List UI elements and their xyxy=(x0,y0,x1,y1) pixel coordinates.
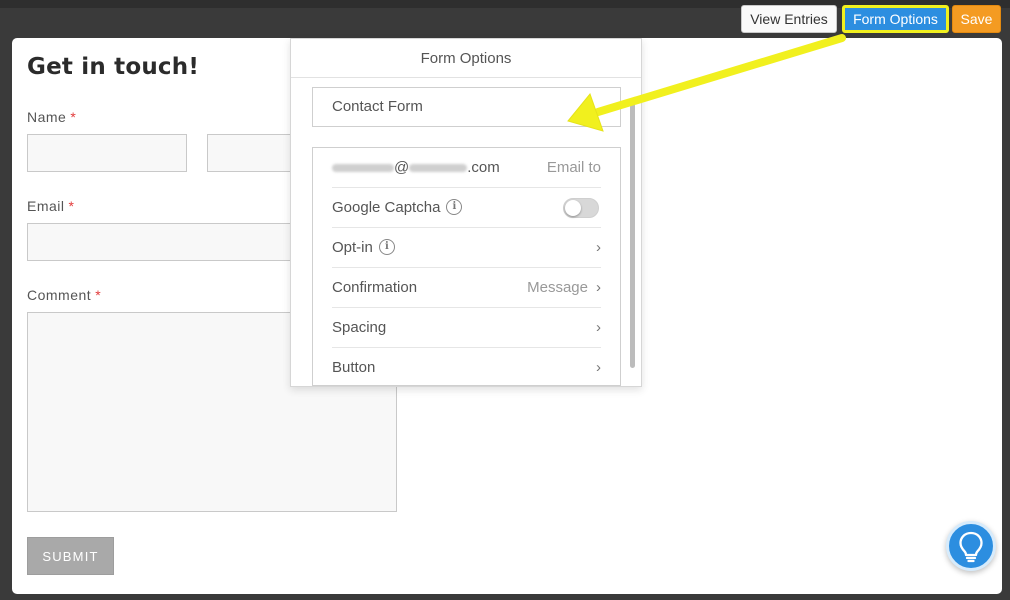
email-at: @ xyxy=(394,159,410,176)
submit-button[interactable]: SUBMIT xyxy=(27,537,114,575)
form-options-panel: Form Options Contact Form @ .com Email to… xyxy=(290,38,642,387)
email-label: Email * xyxy=(27,198,74,214)
redacted-email-domain xyxy=(409,164,468,173)
chevron-right-icon: › xyxy=(596,319,601,336)
form-name-field[interactable]: Contact Form xyxy=(312,87,621,127)
confirmation-label: Confirmation xyxy=(332,279,418,296)
comment-label: Comment * xyxy=(27,287,101,303)
confirmation-value: Message xyxy=(527,279,588,296)
opt-in-row[interactable]: Opt-in i › xyxy=(332,228,601,268)
button-row[interactable]: Button › xyxy=(332,348,601,388)
required-mark: * xyxy=(68,198,75,214)
confirmation-row[interactable]: Confirmation Message › xyxy=(332,268,601,308)
required-mark: * xyxy=(70,109,77,125)
name-label: Name * xyxy=(27,109,76,125)
google-captcha-label: Google Captcha i xyxy=(332,188,463,227)
redacted-email-user xyxy=(332,164,394,173)
toggle-knob xyxy=(565,200,581,216)
help-button[interactable] xyxy=(946,521,996,571)
email-label-text: Email xyxy=(27,198,65,214)
comment-label-text: Comment xyxy=(27,287,92,303)
panel-scrollbar[interactable] xyxy=(630,101,635,368)
email-to-label: Email to xyxy=(546,159,601,176)
save-button[interactable]: Save xyxy=(952,5,1001,33)
first-name-field[interactable] xyxy=(27,134,187,172)
google-captcha-row: Google Captcha i xyxy=(332,188,601,228)
spacing-label: Spacing xyxy=(332,319,387,336)
options-list: @ .com Email to Google Captcha i Opt-in i ›… xyxy=(312,147,621,386)
opt-in-right: › xyxy=(588,228,601,267)
info-icon[interactable]: i xyxy=(378,239,395,256)
confirmation-right: Message › xyxy=(527,268,601,307)
button-right: › xyxy=(588,348,601,387)
opt-in-text: Opt-in xyxy=(332,239,373,256)
google-captcha-toggle[interactable] xyxy=(563,198,599,218)
email-to-address: @ .com xyxy=(332,148,500,187)
required-mark: * xyxy=(95,287,102,303)
spacing-row[interactable]: Spacing › xyxy=(332,308,601,348)
name-label-text: Name xyxy=(27,109,67,125)
form-title: Get in touch! xyxy=(27,54,200,80)
info-icon[interactable]: i xyxy=(446,199,463,216)
form-options-button[interactable]: Form Options xyxy=(842,5,949,33)
chevron-right-icon: › xyxy=(596,279,601,296)
chevron-right-icon: › xyxy=(596,359,601,376)
button-label: Button xyxy=(332,359,376,376)
google-captcha-text: Google Captcha xyxy=(332,199,441,216)
view-entries-button[interactable]: View Entries xyxy=(741,5,837,33)
spacing-right: › xyxy=(588,308,601,347)
chevron-right-icon: › xyxy=(596,239,601,256)
email-field[interactable] xyxy=(27,223,307,261)
panel-title: Form Options xyxy=(291,39,641,78)
email-suffix: .com xyxy=(467,159,500,176)
email-to-row[interactable]: @ .com Email to xyxy=(332,148,601,188)
lightbulb-icon xyxy=(959,531,983,563)
opt-in-label: Opt-in i xyxy=(332,228,395,267)
